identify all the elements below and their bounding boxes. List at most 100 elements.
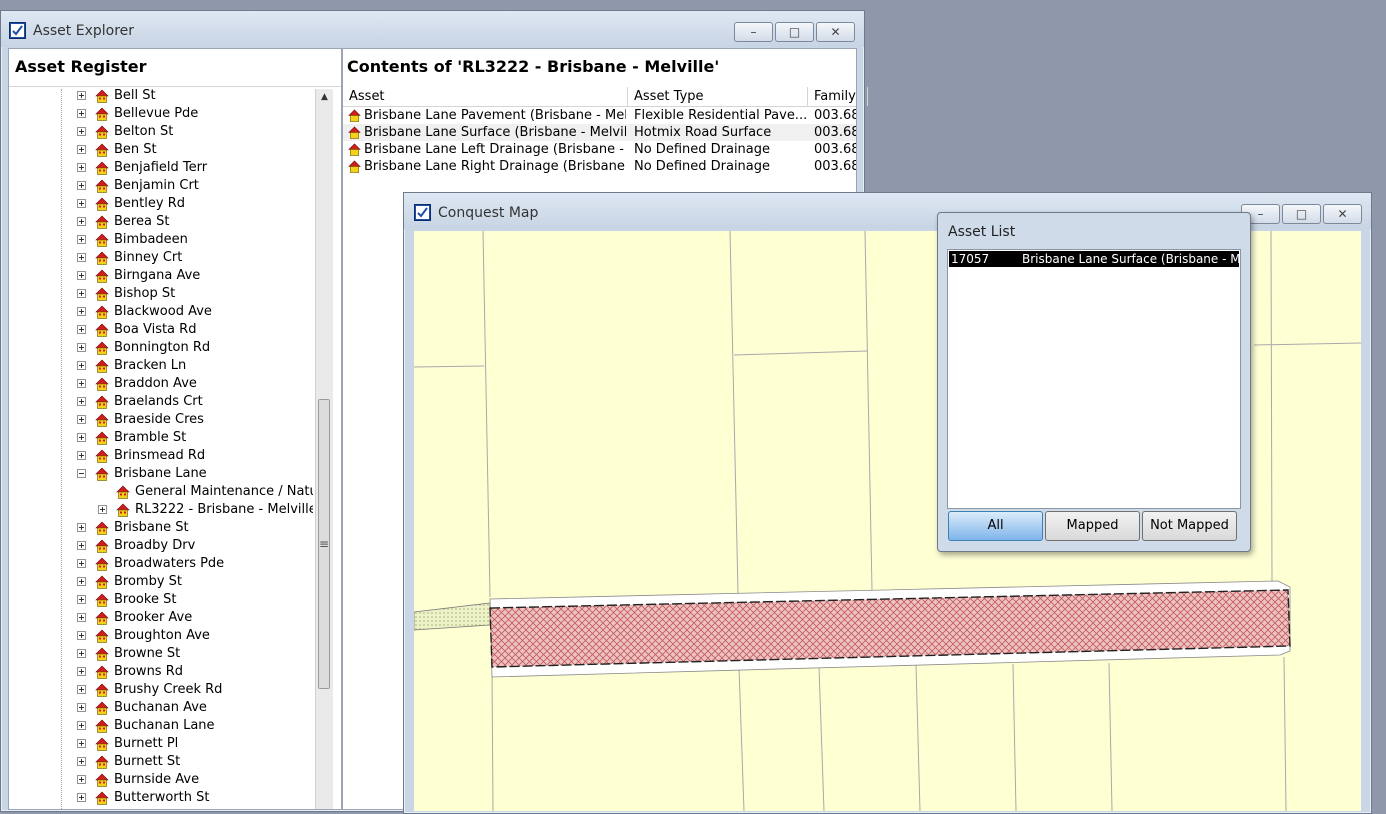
tree-item[interactable]: Browns Rd [9, 663, 313, 681]
tree-item[interactable]: Buchanan Lane [9, 717, 313, 735]
expand-icon[interactable] [77, 181, 86, 190]
table-row[interactable]: Brisbane Lane Pavement (Brisbane - Melv.… [343, 107, 856, 124]
expand-icon[interactable] [77, 703, 86, 712]
tree-item[interactable]: Benjafield Terr [9, 159, 313, 177]
tree-item[interactable]: Burnett Pl [9, 735, 313, 753]
expand-icon[interactable] [77, 613, 86, 622]
expand-icon[interactable] [77, 109, 86, 118]
column-header-family[interactable]: Family [808, 87, 868, 106]
expand-icon[interactable] [77, 541, 86, 550]
expand-icon[interactable] [77, 361, 86, 370]
tree-item[interactable]: Birngana Ave [9, 267, 313, 285]
tree-item[interactable]: Brooker Ave [9, 609, 313, 627]
asset-explorer-titlebar[interactable]: Asset Explorer – □ ✕ [1, 11, 864, 47]
expand-icon[interactable] [77, 271, 86, 280]
tree-item[interactable]: Broadwaters Pde [9, 555, 313, 573]
expand-icon[interactable] [77, 415, 86, 424]
tree-item[interactable]: Bonnington Rd [9, 339, 313, 357]
expand-icon[interactable] [77, 721, 86, 730]
tree-item[interactable]: Bromby St [9, 573, 313, 591]
maximize-button[interactable]: □ [775, 22, 814, 42]
expand-icon[interactable] [77, 235, 86, 244]
tree-item[interactable]: Belton St [9, 123, 313, 141]
tree-item[interactable]: Berea St [9, 213, 313, 231]
expand-icon[interactable] [77, 325, 86, 334]
tree-item[interactable]: Brisbane St [9, 519, 313, 537]
expand-icon[interactable] [77, 775, 86, 784]
table-row[interactable]: Brisbane Lane Right Drainage (Brisbane -… [343, 158, 856, 175]
expand-icon[interactable] [77, 667, 86, 676]
tree-item[interactable]: Brooke St [9, 591, 313, 609]
tree-item[interactable]: Brushy Creek Rd [9, 681, 313, 699]
expand-icon[interactable] [77, 631, 86, 640]
tree-item[interactable]: Burnside Ave [9, 771, 313, 789]
tree-item[interactable]: Braeside Cres [9, 411, 313, 429]
expand-icon[interactable] [77, 217, 86, 226]
scroll-up-arrow-icon[interactable]: ▲ [316, 89, 333, 106]
tree-item[interactable]: Blackwood Ave [9, 303, 313, 321]
tree-item[interactable]: Bellevue Pde [9, 105, 313, 123]
tree-item[interactable]: Ben St [9, 141, 313, 159]
tree-item[interactable]: Braelands Crt [9, 393, 313, 411]
expand-icon[interactable] [77, 739, 86, 748]
expand-icon[interactable] [77, 91, 86, 100]
asset-list-item[interactable]: 17057 Brisbane Lane Surface (Brisbane - M [949, 251, 1239, 267]
tree-item[interactable]: Brisbane Lane [9, 465, 313, 483]
tree-item[interactable]: Broadby Drv [9, 537, 313, 555]
table-row[interactable]: Brisbane Lane Surface (Brisbane - Melvil… [343, 124, 856, 141]
map-close-button[interactable]: ✕ [1323, 204, 1362, 224]
tree-item[interactable]: Bentley Rd [9, 195, 313, 213]
expand-icon[interactable] [77, 253, 86, 262]
expand-icon[interactable] [77, 307, 86, 316]
all-button[interactable]: All [948, 511, 1043, 541]
tree-item[interactable]: RL3222 - Brisbane - Melville [9, 501, 313, 519]
close-button[interactable]: ✕ [816, 22, 855, 42]
expand-icon[interactable] [77, 559, 86, 568]
expand-icon[interactable] [77, 343, 86, 352]
tree-scrollbar[interactable]: ▲ [315, 89, 333, 809]
minimize-button[interactable]: – [734, 22, 773, 42]
tree-item[interactable]: Brinsmead Rd [9, 447, 313, 465]
expand-icon[interactable] [77, 793, 86, 802]
expand-icon[interactable] [77, 595, 86, 604]
expand-icon[interactable] [77, 379, 86, 388]
column-header-asset[interactable]: Asset [343, 87, 628, 106]
tree-item[interactable]: Bramble St [9, 429, 313, 447]
scroll-thumb[interactable] [318, 399, 330, 689]
tree-item[interactable]: Boa Vista Rd [9, 321, 313, 339]
not-mapped-button[interactable]: Not Mapped [1142, 511, 1237, 541]
tree-item[interactable]: Bimbadeen [9, 231, 313, 249]
asset-listbox[interactable]: 17057 Brisbane Lane Surface (Brisbane - M [947, 249, 1241, 509]
expand-icon[interactable] [77, 649, 86, 658]
expand-icon[interactable] [77, 397, 86, 406]
expand-icon[interactable] [77, 451, 86, 460]
expand-icon[interactable] [77, 523, 86, 532]
tree-item[interactable]: Binney Crt [9, 249, 313, 267]
collapse-icon[interactable] [77, 469, 86, 478]
expand-icon[interactable] [77, 127, 86, 136]
tree-item[interactable]: Burnett St [9, 753, 313, 771]
tree-item[interactable]: Braddon Ave [9, 375, 313, 393]
expand-icon[interactable] [77, 145, 86, 154]
map-maximize-button[interactable]: □ [1282, 204, 1321, 224]
tree-item[interactable]: Butterworth St [9, 789, 313, 807]
tree-item[interactable]: Bishop St [9, 285, 313, 303]
expand-icon[interactable] [77, 289, 86, 298]
expand-icon[interactable] [77, 577, 86, 586]
tree-item[interactable]: Benjamin Crt [9, 177, 313, 195]
tree-item[interactable]: Bell St [9, 89, 313, 105]
mapped-button[interactable]: Mapped [1045, 511, 1140, 541]
expand-icon[interactable] [77, 685, 86, 694]
tree-item[interactable]: Buchanan Ave [9, 699, 313, 717]
tree-item[interactable]: Broughton Ave [9, 627, 313, 645]
expand-icon[interactable] [77, 433, 86, 442]
tree-item[interactable]: Bracken Ln [9, 357, 313, 375]
expand-icon[interactable] [77, 163, 86, 172]
tree-item[interactable]: Browne St [9, 645, 313, 663]
expand-icon[interactable] [98, 505, 107, 514]
column-header-asset-type[interactable]: Asset Type [628, 87, 808, 106]
expand-icon[interactable] [77, 757, 86, 766]
expand-icon[interactable] [77, 199, 86, 208]
table-row[interactable]: Brisbane Lane Left Drainage (Brisbane - … [343, 141, 856, 158]
tree-item[interactable]: General Maintenance / Nature [9, 483, 313, 501]
